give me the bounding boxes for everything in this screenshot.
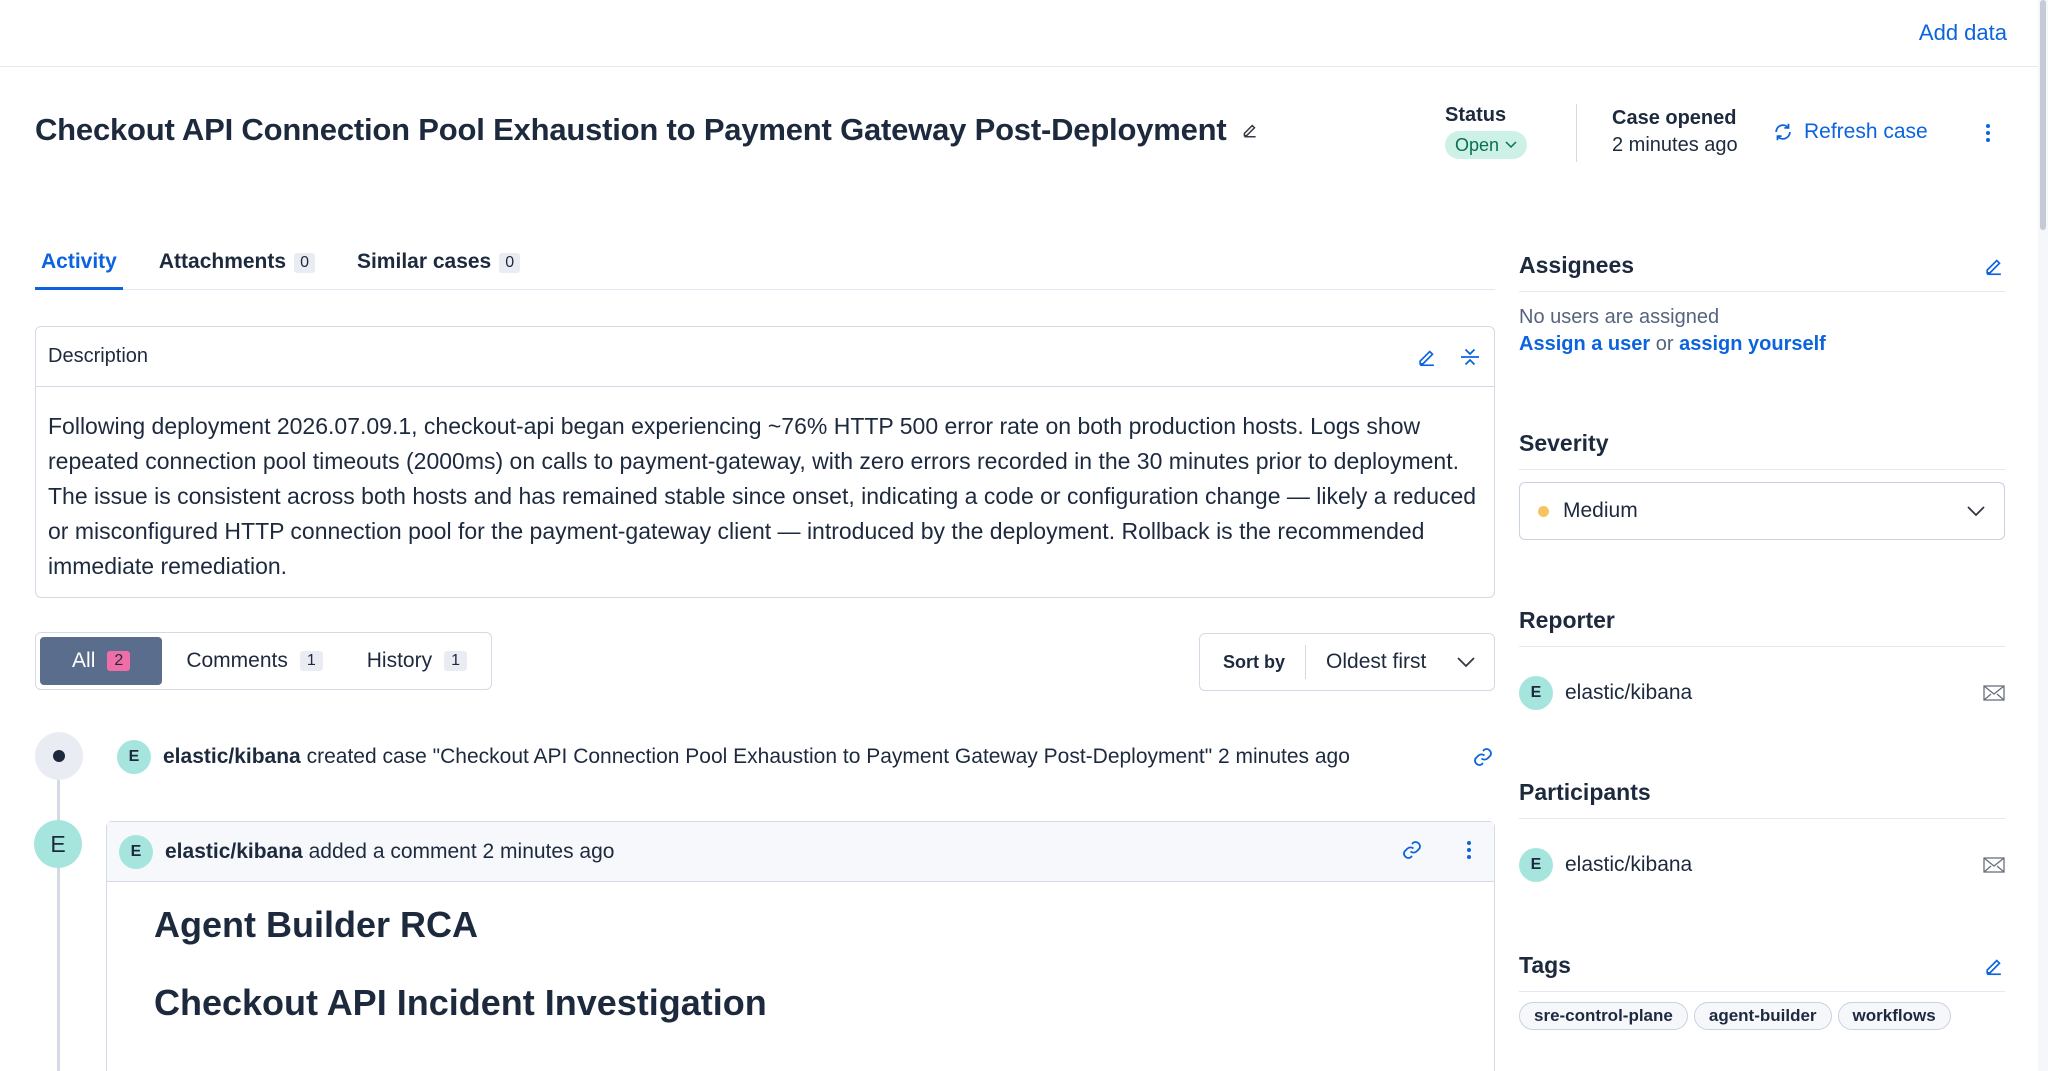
filter-all-label: All (72, 649, 96, 672)
add-data-link[interactable]: Add data (1919, 20, 2007, 46)
filter-history-label: History (366, 649, 433, 672)
tab-similar-cases-count: 0 (499, 253, 521, 273)
reporter-section: Reporter E elastic/kibana (1519, 595, 2005, 711)
avatar: E (1519, 676, 1553, 710)
chevron-down-icon (1967, 506, 1985, 517)
participants-section: Participants E elastic/kibana (1519, 767, 2005, 883)
severity-value: Medium (1563, 499, 1638, 522)
case-opened-label: Case opened (1612, 107, 1737, 129)
activity-filter-group: All 2 Comments 1 History 1 (35, 632, 492, 690)
tab-activity[interactable]: Activity (35, 240, 123, 290)
assignees-section: Assignees No users are assigned Assign a… (1519, 240, 2005, 356)
sort-label: Sort by (1200, 645, 1307, 679)
filter-comments-count: 1 (299, 651, 323, 671)
severity-dot-icon (1538, 505, 1549, 517)
case-opened-value: 2 minutes ago (1612, 134, 1738, 156)
email-icon[interactable] (1983, 857, 2005, 873)
no-assignees-text: No users are assigned (1519, 306, 1720, 328)
reporter-title: Reporter (1519, 607, 1615, 633)
case-opened-block: Case opened 2 minutes ago (1612, 107, 1738, 157)
refresh-icon (1775, 123, 1791, 141)
email-icon[interactable] (1983, 685, 2005, 701)
filter-comments-label: Comments (186, 649, 288, 672)
status-badge[interactable]: Open (1445, 131, 1528, 159)
edit-tags-pencil-icon[interactable] (1983, 955, 2005, 977)
assign-user-link[interactable]: Assign a user (1519, 333, 1650, 355)
edit-description-pencil-icon[interactable] (1416, 346, 1438, 368)
comment-more-actions-icon[interactable] (1464, 838, 1474, 862)
case-title-row: Checkout API Connection Pool Exhaustion … (35, 112, 1259, 148)
chevron-down-icon (1505, 141, 1517, 149)
edit-title-pencil-icon[interactable] (1241, 121, 1259, 139)
filter-all-count: 2 (107, 651, 131, 671)
tab-attachments-count: 0 (294, 253, 315, 273)
reporter-name: elastic/kibana (1565, 681, 1693, 704)
comment-header: E elastic/kibana added a comment 2 minut… (107, 822, 1494, 882)
comment-heading-2: Checkout API Incident Investigation (154, 982, 767, 1023)
top-bar: Add data (0, 0, 2048, 67)
participant-name: elastic/kibana (1565, 853, 1693, 876)
comment-action: added a comment 2 minutes ago (308, 839, 615, 863)
avatar: E (117, 740, 151, 774)
tag-item[interactable]: workflows (1837, 1002, 1951, 1030)
event-user: elastic/kibana (163, 745, 301, 768)
tags-section: Tags sre-control-plane agent-builder wor… (1519, 940, 2005, 1030)
comment-panel: E elastic/kibana added a comment 2 minut… (106, 821, 1495, 1071)
filter-history-count: 1 (444, 651, 467, 671)
tags-title: Tags (1519, 952, 1571, 978)
comment-user: elastic/kibana (165, 839, 303, 863)
copy-link-icon[interactable] (1471, 745, 1495, 769)
collapse-description-icon[interactable] (1458, 345, 1482, 369)
tab-similar-cases-label: Similar cases (356, 250, 492, 273)
comment-author-avatar: E (34, 820, 82, 868)
chevron-down-icon (1457, 657, 1475, 668)
severity-section: Severity Medium (1519, 418, 2005, 540)
filter-all-button[interactable]: All 2 (40, 637, 163, 685)
case-title: Checkout API Connection Pool Exhaustion … (35, 112, 1227, 147)
timeline-dot-icon (35, 732, 83, 780)
avatar: E (1519, 848, 1553, 882)
tab-similar-cases[interactable]: Similar cases 0 (351, 240, 526, 290)
filter-comments-button[interactable]: Comments 1 (166, 637, 342, 685)
sort-value: Oldest first (1326, 650, 1427, 673)
header-divider (1576, 104, 1577, 162)
tab-attachments[interactable]: Attachments 0 (153, 240, 321, 290)
status-value: Open (1455, 134, 1500, 155)
comment-heading-1: Agent Builder RCA (154, 904, 478, 945)
assign-yourself-link[interactable]: assign yourself (1679, 333, 1826, 355)
status-label: Status (1445, 104, 1507, 126)
refresh-case-label: Refresh case (1804, 120, 1928, 143)
more-actions-icon[interactable] (1980, 120, 1996, 146)
severity-title: Severity (1519, 430, 1609, 456)
assign-or-text: or (1655, 333, 1674, 355)
tag-list: sre-control-plane agent-builder workflow… (1519, 1002, 2005, 1030)
description-body: Following deployment 2026.07.09.1, check… (48, 413, 1477, 579)
severity-select[interactable]: Medium (1519, 482, 2005, 540)
avatar: E (119, 834, 153, 869)
refresh-case-button[interactable]: Refresh case (1772, 120, 1928, 144)
tab-attachments-label: Attachments (158, 250, 287, 273)
timeline-event-case-created: E elastic/kibana created case "Checkout … (117, 739, 1495, 775)
description-title: Description (48, 345, 149, 367)
description-panel: Description Following deployment 2026.07… (35, 326, 1495, 598)
case-tabs: Activity Attachments 0 Similar cases 0 (35, 240, 1495, 290)
sort-select[interactable]: Sort by Oldest first (1199, 633, 1495, 691)
assignees-title: Assignees (1519, 252, 1635, 278)
status-block: Status Open (1445, 104, 1528, 159)
description-header: Description (36, 327, 1494, 387)
edit-assignees-pencil-icon[interactable] (1983, 255, 2005, 277)
participants-title: Participants (1519, 779, 1651, 805)
scrollbar-thumb[interactable] (2040, 0, 2046, 230)
filter-history-button[interactable]: History 1 (347, 637, 487, 685)
copy-link-icon[interactable] (1400, 838, 1424, 862)
comment-body: Agent Builder RCA Checkout API Incident … (107, 882, 1494, 1046)
tag-item[interactable]: sre-control-plane (1519, 1002, 1688, 1030)
page-scrollbar[interactable] (2038, 0, 2048, 1071)
tag-item[interactable]: agent-builder (1693, 1002, 1832, 1030)
event-action: created case "Checkout API Connection Po… (306, 745, 1350, 768)
tab-activity-label: Activity (41, 250, 117, 273)
